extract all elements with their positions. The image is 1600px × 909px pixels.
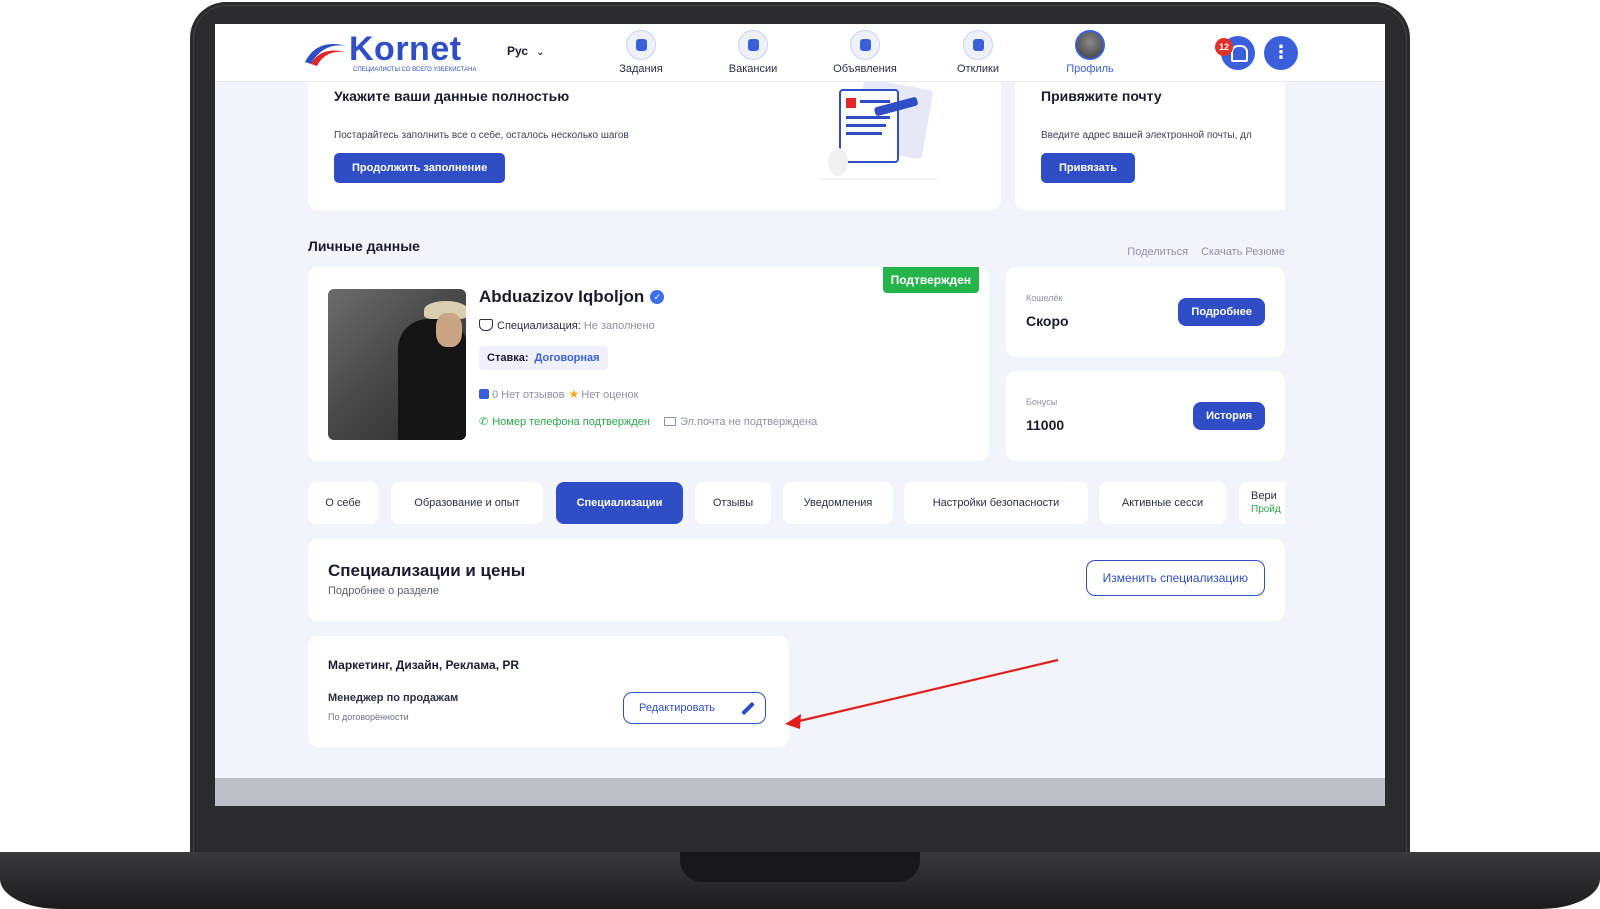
bonus-history-button[interactable]: История <box>1193 402 1265 430</box>
nav-announcements[interactable]: Объявления <box>820 30 910 75</box>
rate-value: Договорная <box>534 352 600 364</box>
mail-icon <box>663 417 676 426</box>
logo-subtitle: СПЕЦИАЛИСТЫ СО ВСЕГО УЗБЕКИСТАНА <box>353 67 477 73</box>
tab-reviews[interactable]: Отзывы <box>695 482 771 524</box>
complete-profile-card: Укажите ваши данные полностью Постарайте… <box>308 82 1001 210</box>
tab-about[interactable]: О себе <box>308 482 378 524</box>
tab-security-settings[interactable]: Настройки безопасности <box>904 482 1088 524</box>
nav-tasks[interactable]: Задания <box>596 30 686 75</box>
link-email-button[interactable]: Привязать <box>1041 153 1136 183</box>
notifications-button[interactable]: 12 <box>1215 36 1255 70</box>
contacts-line: ✆ Номер телефона подтвержден Эл.почта не п… <box>479 415 817 428</box>
specializations-title: Специализации и цены <box>328 561 526 580</box>
ratings-count: Нет оценок <box>581 389 639 401</box>
language-label: Рус <box>507 44 529 58</box>
download-resume-link[interactable]: Скачать Резюме <box>1201 246 1285 258</box>
pencil-icon <box>741 701 755 716</box>
profile-card: Подтвержден Abduazizov Iqboljon ✓ Специал… <box>308 267 989 461</box>
photo-face <box>436 313 462 347</box>
promo-title: Привяжите почту <box>1041 88 1162 104</box>
announcements-icon <box>850 30 880 60</box>
nav-profile[interactable]: Профиль <box>1045 30 1135 75</box>
edit-specialization-button[interactable]: Редактировать <box>623 692 766 724</box>
specializations-subtitle: Подробнее о разделе <box>328 585 439 597</box>
laptop-notch <box>680 852 920 882</box>
tab-notifications[interactable]: Уведомления <box>783 482 893 524</box>
edit-button-label: Редактировать <box>639 702 715 714</box>
nav-label: Профиль <box>1066 63 1114 75</box>
bonus-value: 11000 <box>1026 417 1065 433</box>
screen-bottom-bar <box>215 778 1385 806</box>
status-badge: Подтвержден <box>882 267 979 293</box>
vacancies-icon <box>738 30 768 60</box>
change-specialization-button[interactable]: Изменить специализацию <box>1085 560 1265 596</box>
verified-check-icon: ✓ <box>650 290 665 304</box>
nav-label: Отклики <box>956 63 1000 75</box>
tasks-icon <box>626 30 656 60</box>
specialization-category: Маркетинг, Дизайн, Реклама, PR <box>328 658 520 672</box>
wallet-value: Скоро <box>1026 313 1069 329</box>
tab-specializations[interactable]: Специализации <box>556 482 683 524</box>
reviews-line: 0 Нет отзывов ★ Нет оценок <box>479 387 639 401</box>
promo-title: Укажите ваши данные полностью <box>334 88 570 104</box>
job-price: По договорённости <box>328 712 409 722</box>
profile-name-row: Abduazizov Iqboljon ✓ <box>479 287 665 307</box>
phone-status: Номер телефона подтвержден <box>492 416 650 428</box>
more-menu-button[interactable]: ⋮ <box>1264 36 1298 70</box>
email-status: Эл.почта не подтверждена <box>679 416 818 428</box>
tab-verification-status: Пройд <box>1251 504 1281 515</box>
wallet-label: Кошелёк <box>1026 293 1063 303</box>
specializations-header-card: Специализации и цены Подробнее о разделе… <box>308 539 1285 621</box>
rate-label: Ставка: <box>487 352 529 364</box>
specialization-line: Специализация: Не заполнено <box>479 319 655 332</box>
reviews-icon <box>479 389 489 399</box>
profile-actions: Поделиться Скачать Резюме <box>1117 246 1285 258</box>
wallet-details-button[interactable]: Подробнее <box>1178 298 1265 326</box>
nav-label: Вакансии <box>728 63 778 75</box>
reviews-count: 0 Нет отзывов <box>492 389 565 401</box>
bonus-label: Бонусы <box>1026 397 1058 407</box>
specialization-label: Специализация: <box>497 320 581 332</box>
nav-label: Задания <box>619 63 663 75</box>
link-email-card: Привяжите почту Введите адрес вашей элек… <box>1015 82 1285 210</box>
responses-icon <box>963 30 993 60</box>
specialization-value: Не заполнено <box>583 320 655 332</box>
top-header: Kornet СПЕЦИАЛИСТЫ СО ВСЕГО УЗБЕКИСТАНА … <box>215 24 1385 82</box>
continue-filling-button[interactable]: Продолжить заполнение <box>334 153 506 183</box>
logo-swoosh-icon <box>305 44 347 66</box>
promo-description: Постарайтесь заполнить все о себе, остал… <box>334 130 629 141</box>
bonus-card: Бонусы 11000 История <box>1006 371 1285 461</box>
nav-responses[interactable]: Отклики <box>933 30 1023 75</box>
specialization-card: Маркетинг, Дизайн, Реклама, PR Менеджер … <box>308 636 789 747</box>
profile-photo <box>328 289 466 440</box>
tab-education[interactable]: Образование и опыт <box>391 482 543 524</box>
nav-vacancies[interactable]: Вакансии <box>708 30 798 75</box>
rate-chip: Ставка: Договорная <box>479 346 608 370</box>
tab-active-sessions[interactable]: Активные сесси <box>1099 482 1226 524</box>
phone-icon: ✆ <box>479 416 489 428</box>
profile-name: Abduazizov Iqboljon <box>479 287 645 306</box>
wallet-card: Кошелёк Скоро Подробнее <box>1006 267 1285 357</box>
kornet-logo[interactable]: Kornet СПЕЦИАЛИСТЫ СО ВСЕГО УЗБЕКИСТАНА <box>303 30 493 76</box>
tab-verification-label: Вери <box>1251 490 1277 502</box>
tab-verification[interactable]: Вери Пройд <box>1239 482 1285 524</box>
promo-description: Введите адрес вашей электронной почты, д… <box>1041 130 1252 141</box>
graduation-cap-icon <box>479 319 493 331</box>
logo-text: Kornet <box>349 30 462 68</box>
document-illustration-icon <box>818 82 938 180</box>
star-icon: ★ <box>568 387 580 401</box>
share-link[interactable]: Поделиться <box>1127 246 1188 258</box>
notification-badge: 12 <box>1215 38 1233 56</box>
profile-avatar <box>1075 30 1105 60</box>
job-title: Менеджер по продажам <box>328 692 459 704</box>
nav-label: Объявления <box>833 63 897 75</box>
language-selector[interactable]: Рус ⌄ <box>507 44 544 58</box>
personal-data-title: Личные данные <box>308 238 420 254</box>
browser-screen: Kornet СПЕЦИАЛИСТЫ СО ВСЕГО УЗБЕКИСТАНА … <box>215 24 1385 806</box>
chevron-down-icon: ⌄ <box>536 47 545 58</box>
